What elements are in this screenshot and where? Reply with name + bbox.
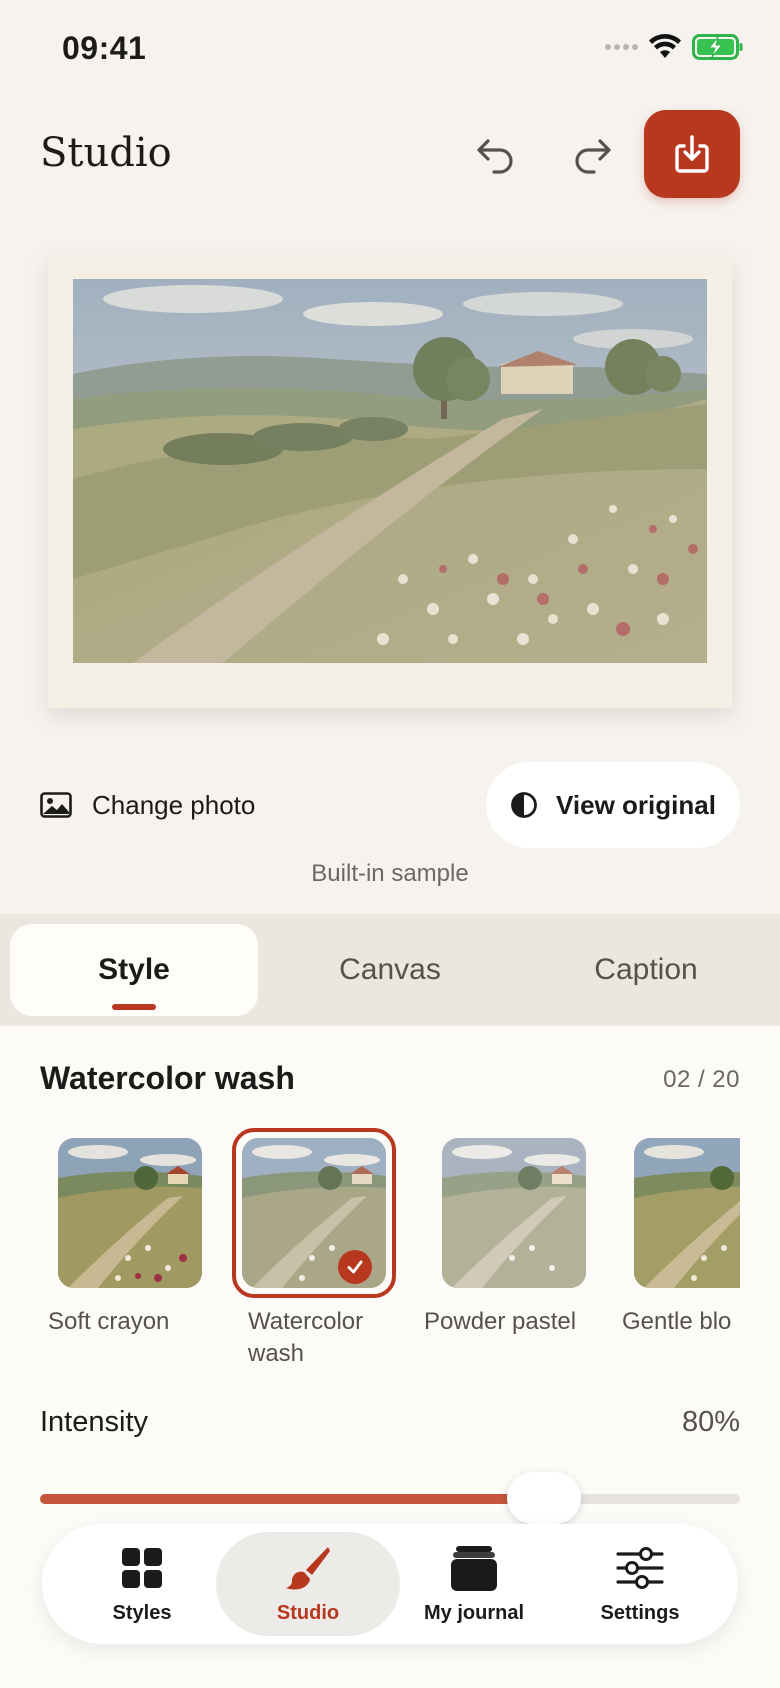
export-button[interactable] <box>644 110 740 198</box>
nav-studio[interactable]: Studio <box>216 1532 400 1636</box>
nav-settings[interactable]: Settings <box>548 1532 732 1636</box>
tab-label: Style <box>98 953 170 986</box>
image-icon <box>40 792 72 818</box>
style-counter: 02 / 20 <box>663 1066 740 1093</box>
style-thumbnail <box>634 1138 740 1288</box>
tab-bar: Style Canvas Caption <box>0 914 780 1026</box>
nav-label: My journal <box>423 1601 524 1624</box>
intensity-value: 80% <box>681 1406 740 1438</box>
wifi-icon <box>649 34 681 58</box>
artwork-frame <box>48 254 732 708</box>
redo-button[interactable] <box>556 122 628 188</box>
tab-label: Caption <box>594 953 698 986</box>
header: Studio <box>0 100 780 210</box>
contrast-icon <box>511 792 537 818</box>
style-label: Soft crayon <box>48 1308 170 1335</box>
nav-label: Studio <box>276 1601 340 1624</box>
grid-icon <box>118 1544 166 1592</box>
current-style-name: Watercolor wash <box>40 1060 295 1096</box>
bottom-nav: Styles Studio My journal Settings <box>42 1524 738 1644</box>
undo-arrow-icon <box>477 139 513 174</box>
cellular-signal-icon <box>605 44 638 50</box>
nav-styles[interactable]: Styles <box>50 1532 234 1636</box>
tab-style[interactable]: Style <box>10 924 258 1016</box>
nav-label: Settings <box>600 1601 680 1624</box>
tab-caption[interactable]: Caption <box>522 924 770 1016</box>
artwork-image <box>73 279 707 663</box>
page-title: Studio <box>40 130 172 176</box>
slider-thumb[interactable] <box>507 1472 581 1524</box>
tab-canvas[interactable]: Canvas <box>266 924 514 1016</box>
view-original-button[interactable]: View original <box>486 762 740 848</box>
change-photo-label: Change photo <box>92 789 256 820</box>
status-icons <box>605 34 744 60</box>
style-carousel[interactable]: Soft crayon Watercolor wash Powder paste… <box>40 1126 740 1406</box>
selected-check-icon <box>338 1250 372 1284</box>
nav-my-journal[interactable]: My journal <box>382 1532 566 1636</box>
intensity-label: Intensity <box>40 1406 148 1438</box>
download-tray-icon <box>675 135 709 173</box>
paintbrush-icon <box>284 1544 332 1592</box>
sliders-icon <box>616 1544 664 1592</box>
style-label: Watercolor wash <box>248 1306 388 1370</box>
journal-icon <box>450 1544 498 1592</box>
battery-charging-icon <box>692 34 743 60</box>
change-photo-button[interactable]: Change photo <box>40 780 255 830</box>
tab-label: Canvas <box>339 953 441 986</box>
intensity-slider[interactable] <box>40 1472 740 1524</box>
view-original-label: View original <box>556 789 716 820</box>
redo-arrow-icon <box>575 139 611 174</box>
status-time: 09:41 <box>62 30 147 66</box>
sample-note: Built-in sample <box>311 860 469 887</box>
style-label: Gentle blo <box>622 1308 732 1335</box>
style-thumbnail <box>442 1138 586 1288</box>
style-label-text: Watercolor wash <box>248 1308 364 1367</box>
style-label: Powder pastel <box>424 1308 577 1335</box>
style-thumbnail <box>58 1138 202 1288</box>
nav-label: Styles <box>112 1601 172 1624</box>
slider-fill <box>40 1494 544 1504</box>
undo-button[interactable] <box>460 122 532 188</box>
status-bar: 09:41 <box>0 0 780 100</box>
